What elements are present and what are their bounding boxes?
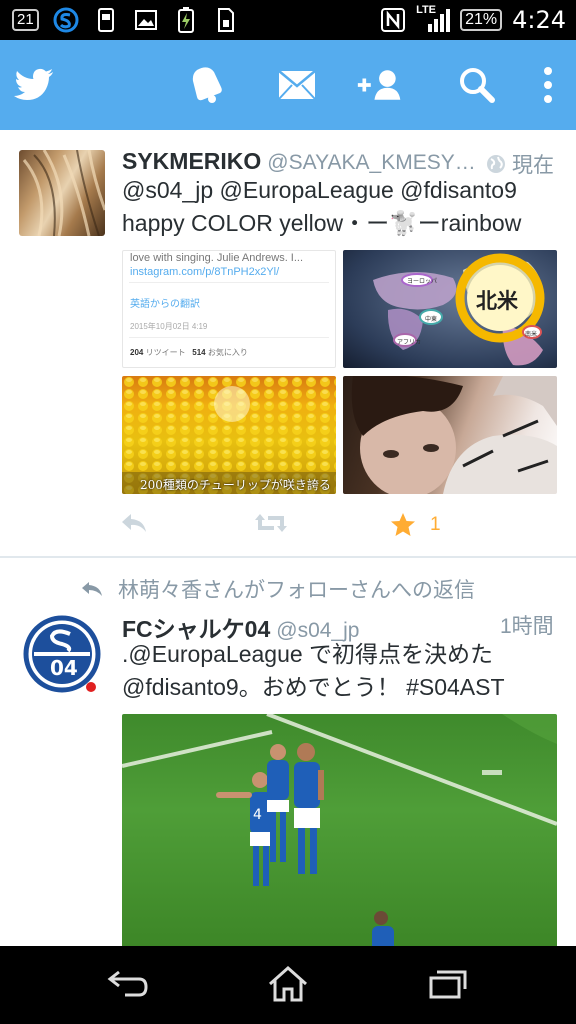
star-icon bbox=[391, 513, 415, 536]
phone-storage-icon bbox=[93, 8, 119, 32]
avatar[interactable] bbox=[19, 150, 105, 236]
map-small-label: アフリカ bbox=[397, 340, 422, 346]
reply-button[interactable] bbox=[120, 512, 148, 534]
svg-text:4: 4 bbox=[253, 807, 262, 823]
favorite-count: 1 bbox=[430, 513, 441, 535]
card-retweet-label: リツイート bbox=[145, 348, 186, 357]
add-user-icon[interactable] bbox=[356, 63, 404, 107]
battery-icon: 21% bbox=[460, 9, 503, 31]
tweet-text-line: happy COLOR yellow・ー🐩ーrainbow bbox=[122, 210, 522, 236]
logo-text: 04 bbox=[50, 656, 78, 680]
tweet-context: 林萌々香さんがフォローさんへの返信 bbox=[80, 574, 475, 604]
bell-icon[interactable] bbox=[184, 63, 232, 107]
notification-dot bbox=[86, 682, 96, 692]
clock: 4:24 bbox=[512, 6, 566, 34]
media-instagram-card[interactable]: love with singing. Julie Andrews. I... i… bbox=[122, 250, 336, 368]
mail-icon[interactable] bbox=[273, 63, 321, 107]
s-app-icon bbox=[53, 7, 79, 33]
media-soccer-image[interactable]: 4 bbox=[122, 714, 557, 946]
tweet-2[interactable]: 林萌々香さんがフォローさんへの返信 04 FCシャルケ04 @s04_jp 1時間… bbox=[0, 558, 576, 946]
card-favorite-count: 514 bbox=[192, 348, 206, 357]
network-type-label: LTE bbox=[416, 4, 437, 16]
tweet-text-line: .@EuropaLeague で初得点を決めた bbox=[122, 641, 494, 667]
card-stats: 204 リツイート 514 お気に入り bbox=[130, 347, 248, 358]
author-handle: @SAYAKA_KMESY… bbox=[267, 151, 476, 174]
navigation-bar bbox=[0, 946, 576, 1024]
notification-count-icon: 21 bbox=[12, 9, 39, 31]
retweet-icon bbox=[255, 514, 287, 532]
nfc-icon bbox=[380, 8, 406, 32]
tweet-text-line: @fdisanto9。おめでとう！ #S04AST bbox=[122, 674, 505, 700]
twitter-bird-icon[interactable] bbox=[10, 63, 58, 107]
tweet-1[interactable]: SYKMERIKO @SAYAKA_KMESY… 現在 @s04_jp @Euro… bbox=[0, 130, 576, 558]
card-text: love with singing. Julie Andrews. I... bbox=[130, 252, 304, 264]
reply-icon bbox=[122, 514, 146, 532]
back-icon[interactable] bbox=[100, 962, 156, 1006]
card-retweet-count: 204 bbox=[130, 348, 144, 357]
search-icon[interactable] bbox=[453, 63, 501, 107]
tweet-author[interactable]: SYKMERIKO @SAYAKA_KMESY… bbox=[122, 148, 476, 175]
avatar-schalke-logo[interactable]: 04 bbox=[22, 614, 102, 694]
status-bar: 21 LTE 21% 4:24 bbox=[0, 0, 576, 40]
map-small-label: 中東 bbox=[425, 317, 438, 323]
card-date: 2015年10月02日 4:19 bbox=[130, 322, 208, 331]
card-link[interactable]: instagram.com/p/8TnPH2x2Yl/ bbox=[130, 266, 279, 278]
map-label: 北米 bbox=[476, 289, 518, 313]
home-icon[interactable] bbox=[260, 962, 316, 1006]
image-icon bbox=[133, 8, 159, 32]
image-caption: 200種類のチューリップが咲き誇る bbox=[140, 478, 331, 492]
signal-icon: LTE bbox=[416, 4, 451, 32]
tweet-time: 1時間 bbox=[500, 615, 554, 638]
favorite-button[interactable]: 1 bbox=[390, 512, 441, 537]
reply-context-icon bbox=[82, 582, 102, 596]
tweet-text: @s04_jp @EuropaLeague @fdisanto9 happy C… bbox=[122, 174, 562, 240]
card-translate-link[interactable]: 英語からの翻訳 bbox=[130, 295, 200, 310]
map-small-label: ヨーロッパ bbox=[407, 279, 438, 285]
battery-charging-icon bbox=[173, 7, 199, 33]
media-tulip-image[interactable]: 200種類のチューリップが咲き誇る bbox=[122, 376, 336, 494]
tweet-text: .@EuropaLeague で初得点を決めた @fdisanto9。おめでとう… bbox=[122, 638, 562, 704]
recent-apps-icon[interactable] bbox=[420, 962, 476, 1006]
map-small-label: 南米 bbox=[525, 332, 538, 338]
card-favorite-label: お気に入り bbox=[207, 348, 248, 357]
author-name: SYKMERIKO bbox=[122, 148, 262, 174]
sim-icon bbox=[213, 8, 239, 32]
media-map-image[interactable]: 北米 ヨーロッパ 中東 アフリカ 南米 bbox=[343, 250, 557, 368]
tweet-text-line: @s04_jp @EuropaLeague @fdisanto9 bbox=[122, 177, 517, 203]
overflow-menu-icon[interactable] bbox=[524, 63, 572, 107]
globe-icon bbox=[487, 155, 505, 173]
context-label: 林萌々香さんがフォローさんへの返信 bbox=[118, 579, 475, 602]
app-header bbox=[0, 40, 576, 130]
media-selfie-image[interactable] bbox=[343, 376, 557, 494]
retweet-button[interactable] bbox=[254, 512, 288, 534]
